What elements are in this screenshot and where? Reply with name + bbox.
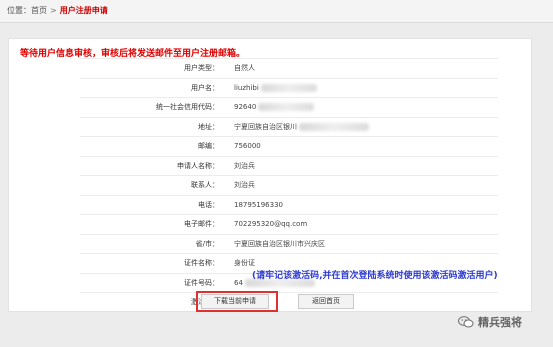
activation-hint: (请牢记该激活码,并在首次登陆系统时使用该激活码激活用户)	[252, 271, 498, 281]
table-row: 用户类型： 自然人	[80, 58, 498, 78]
credit-code-label: 统一社会信用代码：	[80, 97, 228, 117]
id-number-value: 64	[234, 278, 243, 287]
breadcrumb-separator: >	[50, 6, 57, 15]
user-type-value: 自然人	[228, 58, 498, 78]
credit-code-value: 92640	[234, 103, 257, 112]
table-row: 用户名： liuzhibi	[80, 77, 498, 98]
table-row: 联系人： 刘治兵	[80, 175, 498, 195]
email-value: 702295320@qq.com	[228, 214, 498, 234]
email-label: 电子邮件：	[80, 214, 228, 234]
redaction-blur	[299, 122, 369, 131]
redaction-blur	[260, 83, 317, 92]
back-to-home-button[interactable]: 返回首页	[298, 294, 354, 309]
contact-value: 刘治兵	[228, 175, 498, 195]
phone-label: 电话：	[80, 194, 228, 215]
province-city-value: 宁夏回族自治区银川市兴庆区	[228, 233, 498, 254]
table-row: 电子邮件： 702295320@qq.com	[80, 214, 498, 234]
watermark-text: 精兵强将	[478, 316, 522, 329]
table-row: 统一社会信用代码： 92640	[80, 97, 498, 117]
address-label: 地址：	[80, 116, 228, 137]
user-type-label: 用户类型：	[80, 58, 228, 78]
table-row: 激活码： 488a81	[80, 292, 498, 312]
address-cell: 宁夏回族自治区银川	[228, 116, 498, 137]
breadcrumb: 位置：首页 > 用户注册申请	[7, 5, 108, 16]
breadcrumb-current: 用户注册申请	[59, 6, 108, 15]
username-value: liuzhibi	[234, 83, 259, 92]
applicant-value: 刘治兵	[228, 155, 498, 176]
highlight-box	[196, 291, 278, 312]
watermark: 精兵强将	[458, 314, 522, 330]
username-label: 用户名：	[80, 77, 228, 98]
credit-code-cell: 92640	[228, 97, 498, 117]
postcode-label: 邮编：	[80, 136, 228, 156]
breadcrumb-prefix: 位置：	[7, 6, 31, 15]
redaction-blur	[258, 103, 315, 112]
province-city-label: 省/市：	[80, 233, 228, 254]
table-row: 申请人名称： 刘治兵	[80, 155, 498, 176]
table-row: 邮编： 756000	[80, 136, 498, 156]
id-name-label: 证件名称：	[80, 253, 228, 273]
address-value: 宁夏回族自治区银川	[234, 122, 297, 131]
breadcrumb-home-link[interactable]: 首页	[31, 6, 47, 15]
table-row: 地址： 宁夏回族自治区银川	[80, 116, 498, 137]
postcode-value: 756000	[228, 136, 498, 156]
id-number-label: 证件号码：	[80, 272, 228, 293]
table-row: 电话： 18795196330	[80, 194, 498, 215]
contact-label: 联系人：	[80, 175, 228, 195]
top-bar: 位置：首页 > 用户注册申请	[0, 0, 553, 23]
applicant-label: 申请人名称：	[80, 155, 228, 176]
wechat-icon	[458, 316, 474, 328]
username-cell: liuzhibi	[228, 77, 498, 98]
table-row: 省/市： 宁夏回族自治区银川市兴庆区	[80, 233, 498, 254]
phone-value: 18795196330	[228, 194, 498, 215]
